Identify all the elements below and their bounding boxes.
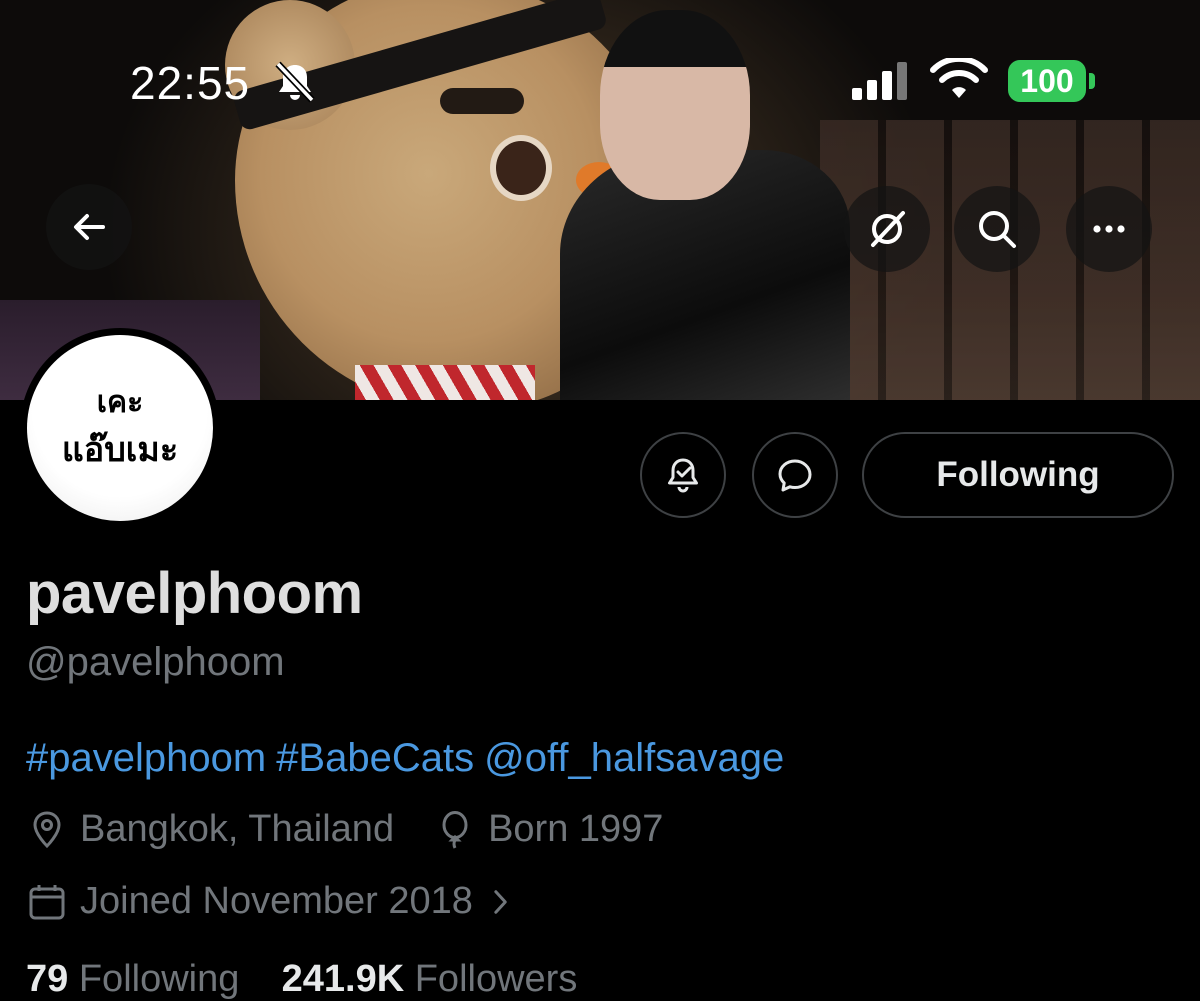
bio-mention-off-halfsavage[interactable]: @off_halfsavage bbox=[484, 736, 784, 780]
profile-meta-row: Bangkok, Thailand Born 1997 bbox=[26, 808, 703, 851]
location-pin-icon bbox=[33, 810, 61, 848]
status-time: 22:55 bbox=[130, 57, 251, 109]
search-button[interactable] bbox=[954, 186, 1040, 272]
following-stat-label: Following bbox=[78, 958, 240, 1000]
bell-slash-icon bbox=[275, 61, 315, 103]
chevron-right-icon bbox=[494, 889, 507, 914]
location-text: Bangkok, Thailand bbox=[80, 808, 395, 850]
bell-check-icon bbox=[668, 458, 698, 493]
follow-stats: 79 Following 241.9K Followers bbox=[26, 958, 577, 1001]
joined-text: Joined November 2018 bbox=[80, 880, 473, 922]
location: Bangkok, Thailand bbox=[26, 808, 394, 851]
message-bubble-icon bbox=[778, 459, 812, 492]
message-button[interactable] bbox=[752, 432, 838, 518]
signal-icon bbox=[852, 62, 907, 100]
avatar-text-line2: แอ๊บเมะ bbox=[61, 429, 179, 470]
more-icon bbox=[1093, 225, 1125, 233]
user-handle: @pavelphoom bbox=[26, 640, 285, 684]
bio-hashtag-pavelphoom[interactable]: #pavelphoom bbox=[26, 736, 266, 780]
more-button[interactable] bbox=[1066, 186, 1152, 272]
followers-stat[interactable]: 241.9K Followers bbox=[282, 958, 578, 1000]
grok-button[interactable] bbox=[844, 186, 930, 272]
back-button[interactable] bbox=[46, 184, 132, 270]
banner-person-head bbox=[600, 10, 750, 200]
birth-text: Born 1997 bbox=[488, 808, 664, 850]
bio: #pavelphoom #BabeCats @off_halfsavage bbox=[26, 736, 794, 781]
avatar[interactable]: เคะ แอ๊บเมะ bbox=[20, 328, 220, 528]
joined-row[interactable]: Joined November 2018 bbox=[26, 880, 531, 923]
notifications-button[interactable] bbox=[640, 432, 726, 518]
battery-icon: 100 bbox=[1008, 60, 1086, 102]
banner-striped-scarf bbox=[355, 365, 535, 400]
following-count: 79 bbox=[26, 958, 69, 1000]
avatar-image: เคะ แอ๊บเมะ bbox=[27, 335, 213, 521]
followers-stat-label: Followers bbox=[414, 958, 578, 1000]
following-stat[interactable]: 79 Following bbox=[26, 958, 239, 1000]
battery-nub bbox=[1089, 73, 1095, 89]
back-arrow-icon bbox=[74, 214, 105, 240]
display-name: pavelphoom bbox=[26, 561, 363, 626]
wifi-icon bbox=[930, 58, 988, 98]
avatar-text-line1: เคะ bbox=[96, 385, 144, 421]
bio-hashtag-babecats[interactable]: #BabeCats bbox=[276, 736, 474, 780]
birth-date: Born 1997 bbox=[434, 808, 663, 851]
search-icon bbox=[979, 211, 1016, 248]
following-button[interactable]: Following bbox=[862, 432, 1174, 518]
banner-bear-eyebrow bbox=[440, 88, 524, 114]
calendar-icon bbox=[29, 884, 65, 919]
banner-bear-eye bbox=[490, 135, 552, 201]
balloon-icon bbox=[442, 810, 468, 849]
followers-count: 241.9K bbox=[281, 958, 405, 1000]
grok-icon bbox=[871, 211, 905, 247]
